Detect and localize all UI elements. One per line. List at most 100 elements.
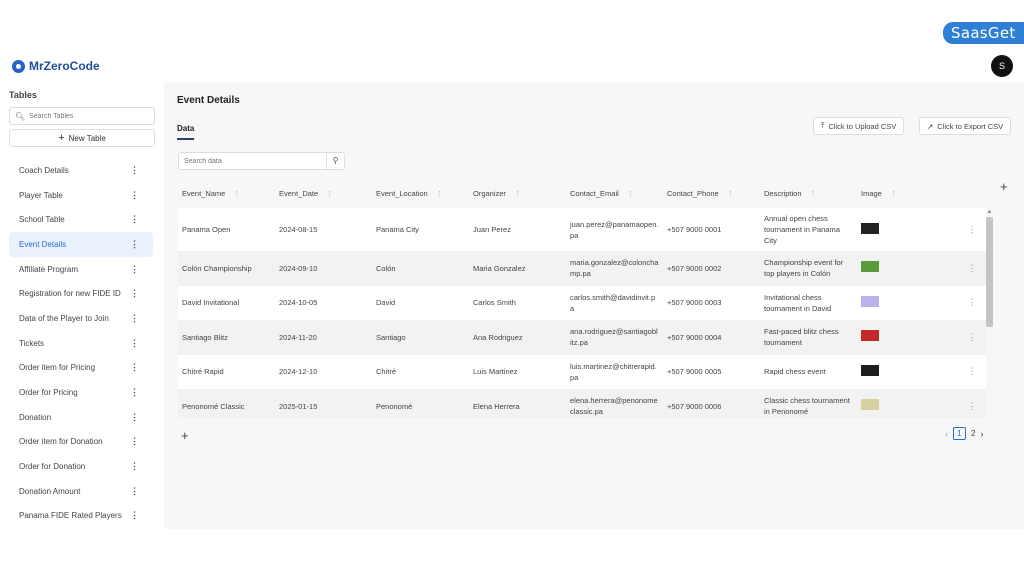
row-menu-icon[interactable]: ⋮	[958, 355, 986, 390]
table-cell[interactable]: Panama City	[372, 208, 469, 251]
table-cell-image[interactable]	[857, 389, 958, 418]
sidebar-item[interactable]: Player Table ⋮	[9, 183, 153, 208]
table-row[interactable]: Chitré Rapid 2024-12-10 Chitré Luis Martine…	[178, 354, 986, 390]
table-cell[interactable]: Carlos Smith	[469, 286, 566, 321]
page-next-number[interactable]: 2	[971, 429, 975, 438]
table-cell[interactable]: Elena Herrera	[469, 389, 566, 418]
table-cell[interactable]: Fast-paced blitz chess tournament	[760, 320, 857, 355]
table-cell[interactable]: 2024-10-05	[275, 286, 372, 321]
event-image-thumbnail[interactable]	[861, 222, 879, 234]
table-cell[interactable]: Annual open chess tournament in Panama C…	[760, 208, 857, 251]
more-vertical-icon[interactable]: ⋮	[130, 412, 139, 423]
table-cell[interactable]: 2025-01-15	[275, 389, 372, 418]
sidebar-item[interactable]: Event Details ⋮	[9, 232, 153, 257]
more-vertical-icon[interactable]: ⋮	[130, 436, 139, 447]
table-cell[interactable]: Classic chess tournament in Penonomé	[760, 389, 857, 418]
table-cell[interactable]: juan.perez@panamaopen.pa	[566, 208, 663, 251]
table-cell[interactable]: Invitational chess tournament in David	[760, 286, 857, 321]
column-header[interactable]: Event_Name ⋮	[178, 178, 275, 208]
table-cell[interactable]: Colón	[372, 251, 469, 286]
table-cell[interactable]: Santiago Blitz	[178, 320, 275, 355]
table-cell[interactable]: Chitré	[372, 355, 469, 390]
table-cell[interactable]: +507 9000 0003	[663, 286, 760, 321]
avatar[interactable]: S	[991, 55, 1013, 77]
column-menu-icon[interactable]: ⋮	[810, 191, 817, 198]
more-vertical-icon[interactable]: ⋮	[130, 461, 139, 472]
table-cell[interactable]: +507 9000 0005	[663, 355, 760, 390]
table-cell[interactable]: David	[372, 286, 469, 321]
row-menu-icon[interactable]: ⋮	[958, 389, 986, 418]
table-cell[interactable]: elena.herrera@penonomeclassic.pa	[566, 389, 663, 418]
table-cell-image[interactable]	[857, 355, 958, 390]
table-cell[interactable]: luis.martinez@chitrerapid.pa	[566, 355, 663, 390]
table-cell[interactable]: Penonomé Classic	[178, 389, 275, 418]
table-row[interactable]: Colón Championship 2024-09-10 Colón Maria G…	[178, 251, 986, 286]
column-menu-icon[interactable]: ⋮	[727, 191, 734, 198]
event-image-thumbnail[interactable]	[861, 330, 879, 342]
table-cell[interactable]: carlos.smith@davidinvit.pa	[566, 286, 663, 321]
sidebar-item[interactable]: Data of the Player to Join ⋮	[9, 306, 153, 331]
column-menu-icon[interactable]: ⋮	[514, 191, 521, 198]
table-cell-image[interactable]	[857, 286, 958, 321]
sidebar-item[interactable]: Registration for new FIDE ID ⋮	[9, 281, 153, 306]
table-cell[interactable]: 2024-11-20	[275, 320, 372, 355]
scroll-up-icon[interactable]: ▲	[985, 209, 994, 217]
table-row[interactable]: Santiago Blitz 2024-11-20 Santiago Ana Rodr…	[178, 320, 986, 355]
sidebar-item[interactable]: Order for Donation ⋮	[9, 454, 153, 479]
column-header[interactable]: Contact_Email ⋮	[566, 178, 663, 208]
table-cell-image[interactable]	[857, 208, 958, 251]
tab-data[interactable]: Data	[177, 124, 195, 140]
column-menu-icon[interactable]: ⋮	[436, 191, 443, 198]
table-cell[interactable]: Panama Open	[178, 208, 275, 251]
table-cell[interactable]: +507 9000 0006	[663, 389, 760, 418]
upload-csv-button[interactable]: ⤒ Click to Upload CSV	[813, 117, 905, 135]
column-header[interactable]: Organizer ⋮	[469, 178, 566, 208]
table-cell-image[interactable]	[857, 251, 958, 286]
table-cell[interactable]: Penonomé	[372, 389, 469, 418]
sidebar-item[interactable]: Panama FIDE Rated Players ⋮	[9, 504, 153, 529]
data-search-input[interactable]	[179, 157, 327, 165]
more-vertical-icon[interactable]: ⋮	[130, 190, 139, 201]
add-column-button[interactable]: +	[1000, 179, 1008, 194]
search-button[interactable]: ⚲	[326, 153, 344, 169]
table-cell[interactable]: Maria Gonzalez	[469, 251, 566, 286]
more-vertical-icon[interactable]: ⋮	[130, 338, 139, 349]
event-image-thumbnail[interactable]	[861, 399, 879, 411]
more-vertical-icon[interactable]: ⋮	[130, 239, 139, 250]
table-cell[interactable]: Chitré Rapid	[178, 355, 275, 390]
more-vertical-icon[interactable]: ⋮	[130, 165, 139, 176]
row-menu-icon[interactable]: ⋮	[958, 251, 986, 286]
table-row[interactable]: David Invitational 2024-10-05 David Carlos …	[178, 285, 986, 321]
table-cell-image[interactable]	[857, 320, 958, 355]
more-vertical-icon[interactable]: ⋮	[130, 486, 139, 497]
column-header[interactable]: Image ⋮	[857, 178, 958, 208]
sidebar-item[interactable]: Order item for Donation ⋮	[9, 430, 153, 455]
table-cell[interactable]: Colón Championship	[178, 251, 275, 286]
column-menu-icon[interactable]: ⋮	[890, 191, 897, 198]
column-header[interactable]: Event_Location ⋮	[372, 178, 469, 208]
table-search-input[interactable]	[29, 112, 150, 120]
table-cell[interactable]: Luis Martinez	[469, 355, 566, 390]
page-current[interactable]: 1	[953, 427, 966, 440]
table-row[interactable]: Panama Open 2024-08-15 Panama City Juan Per…	[178, 208, 986, 251]
table-cell[interactable]: +507 9000 0001	[663, 208, 760, 251]
table-cell[interactable]: 2024-08-15	[275, 208, 372, 251]
chevron-right-icon[interactable]: ›	[980, 429, 983, 439]
table-cell[interactable]: Rapid chess event	[760, 355, 857, 390]
table-row[interactable]: Penonomé Classic 2025-01-15 Penonomé Elena …	[178, 389, 986, 418]
table-cell[interactable]: Santiago	[372, 320, 469, 355]
more-vertical-icon[interactable]: ⋮	[130, 313, 139, 324]
more-vertical-icon[interactable]: ⋮	[130, 264, 139, 275]
scroll-thumb[interactable]	[986, 217, 993, 327]
sidebar-item[interactable]: Order for Pricing ⋮	[9, 380, 153, 405]
table-cell[interactable]: Championship event for top players in Co…	[760, 251, 857, 286]
column-header[interactable]: Description ⋮	[760, 178, 857, 208]
table-cell[interactable]: +507 9000 0002	[663, 251, 760, 286]
more-vertical-icon[interactable]: ⋮	[130, 214, 139, 225]
table-cell[interactable]: 2024-09-10	[275, 251, 372, 286]
table-cell[interactable]: Ana Rodriguez	[469, 320, 566, 355]
export-csv-button[interactable]: ↗ Click to Export CSV	[919, 117, 1012, 135]
chevron-left-icon[interactable]: ‹	[945, 429, 948, 439]
sidebar-item[interactable]: Tickets ⋮	[9, 331, 153, 356]
sidebar-item[interactable]: Donation Amount ⋮	[9, 479, 153, 504]
